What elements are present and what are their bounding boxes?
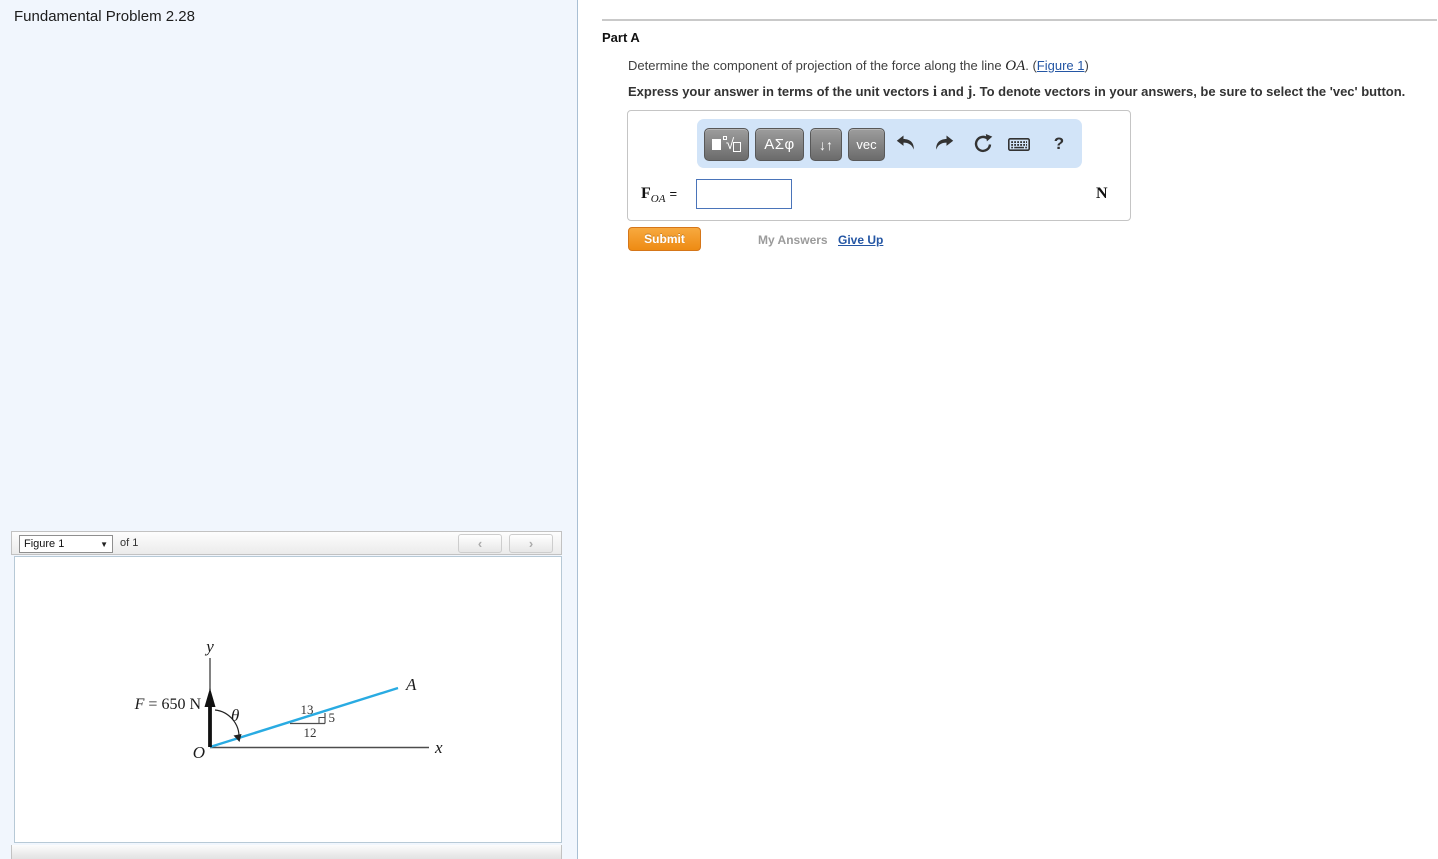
origin-label: O bbox=[193, 743, 205, 762]
keyboard-button[interactable] bbox=[1007, 132, 1031, 156]
my-answers-button[interactable]: My Answers bbox=[758, 233, 828, 247]
arrows-button[interactable]: ↓↑ bbox=[810, 128, 842, 161]
part-panel: Part A Determine the component of projec… bbox=[578, 0, 1438, 859]
help-button[interactable]: ? bbox=[1047, 132, 1071, 156]
equals-sign: = bbox=[669, 186, 678, 201]
equation-toolbar: √ ΑΣφ ↓↑ vec ? bbox=[697, 119, 1082, 168]
x-axis-label: x bbox=[434, 738, 443, 757]
redo-button[interactable] bbox=[932, 132, 956, 156]
give-up-link[interactable]: Give Up bbox=[838, 233, 883, 247]
instruction-segment: . To denote vectors in your answers, be … bbox=[972, 84, 1406, 99]
angle-label: θ bbox=[231, 706, 239, 725]
figure-caption-strip bbox=[11, 845, 562, 859]
figure-toolbar: Figure 1 ▼ of 1 ‹ › bbox=[11, 531, 562, 555]
figure-prev-button[interactable]: ‹ bbox=[458, 534, 502, 553]
figure-count-label: of 1 bbox=[120, 537, 139, 549]
chevron-down-icon: ▼ bbox=[100, 539, 108, 549]
vec-button[interactable]: vec bbox=[848, 128, 885, 161]
answer-input[interactable] bbox=[696, 179, 792, 209]
force-symbol: F bbox=[641, 185, 651, 202]
reset-button[interactable] bbox=[971, 132, 995, 156]
part-a-heading: Part A bbox=[602, 30, 640, 45]
right-angle-mark bbox=[318, 717, 325, 724]
math-templates-button[interactable]: √ bbox=[704, 128, 749, 161]
filled-square-icon bbox=[711, 139, 721, 150]
answer-label: FOA = bbox=[641, 185, 677, 205]
figure-diagram: y x O A θ F = 650 N 13 5 12 bbox=[134, 637, 443, 762]
question-text: Determine the component of projection of… bbox=[628, 58, 1089, 75]
slope-hyp-label: 13 bbox=[301, 702, 314, 717]
force-arrow-head bbox=[204, 688, 216, 707]
keyboard-icon bbox=[1007, 138, 1030, 151]
figure-next-button[interactable]: › bbox=[509, 534, 553, 553]
figure-select[interactable]: Figure 1 ▼ bbox=[19, 535, 113, 553]
reset-icon bbox=[974, 134, 993, 153]
chevron-right-icon: › bbox=[528, 536, 534, 551]
instruction-segment: and bbox=[937, 84, 968, 99]
figure-1-link[interactable]: Figure 1 bbox=[1037, 58, 1085, 73]
answer-box: √ ΑΣφ ↓↑ vec ? FOA = N bbox=[627, 110, 1131, 221]
line-oa-symbol: OA bbox=[1005, 58, 1026, 74]
force-subscript: OA bbox=[650, 193, 666, 206]
greek-symbols-button[interactable]: ΑΣφ bbox=[755, 128, 804, 161]
question-segment: ) bbox=[1084, 58, 1089, 73]
figure-canvas: y x O A θ F = 650 N 13 5 12 bbox=[14, 556, 562, 843]
part-divider bbox=[602, 19, 1437, 21]
undo-button[interactable] bbox=[894, 132, 918, 156]
force-label: F = 650 N bbox=[134, 696, 202, 713]
y-axis-label: y bbox=[204, 637, 214, 656]
question-segment: Determine the component of projection of… bbox=[628, 58, 1006, 73]
instruction-text: Express your answer in terms of the unit… bbox=[628, 84, 1405, 101]
problem-panel: Fundamental Problem 2.28 Figure 1 ▼ of 1… bbox=[0, 0, 578, 859]
figure-select-value: Figure 1 bbox=[24, 538, 65, 550]
slope-run-label: 12 bbox=[304, 725, 317, 740]
undo-icon bbox=[896, 135, 914, 150]
help-icon: ? bbox=[1053, 134, 1065, 153]
slope-rise-label: 5 bbox=[329, 710, 336, 725]
problem-title: Fundamental Problem 2.28 bbox=[14, 8, 195, 25]
answer-unit: N bbox=[1096, 185, 1108, 202]
redo-icon bbox=[936, 135, 954, 150]
submit-button[interactable]: Submit bbox=[628, 227, 701, 251]
point-a-label: A bbox=[405, 675, 417, 694]
empty-box-icon bbox=[733, 141, 742, 152]
instruction-segment: Express your answer in terms of the unit… bbox=[628, 84, 933, 99]
chevron-left-icon: ‹ bbox=[477, 536, 483, 551]
question-segment: . ( bbox=[1025, 58, 1037, 73]
